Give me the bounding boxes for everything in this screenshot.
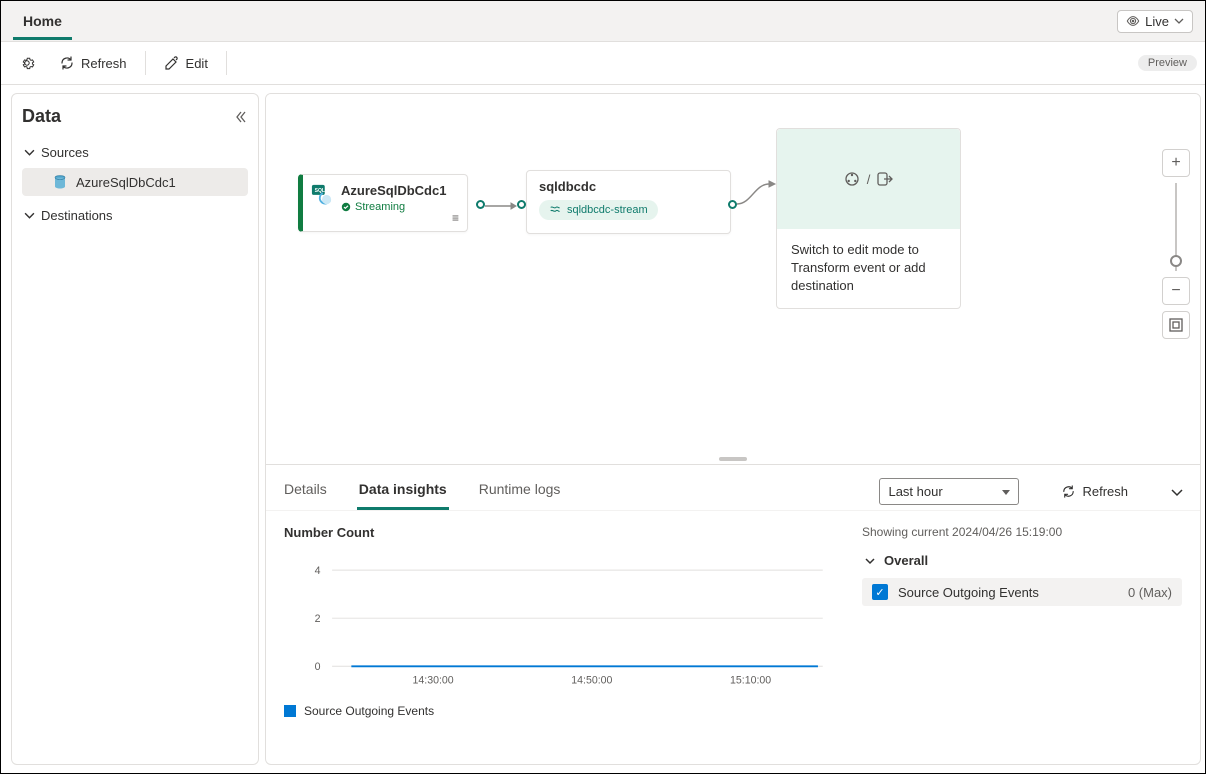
insights-refresh-button[interactable]: Refresh: [1061, 484, 1128, 499]
node-more-icon[interactable]: ≡: [452, 211, 459, 225]
destinations-label: Destinations: [41, 208, 113, 223]
destination-help-text: Switch to edit mode to Transform event o…: [777, 229, 960, 308]
sidebar: Data Sources AzureSqlDbCdc1 Destinations: [11, 93, 259, 765]
tab-home[interactable]: Home: [13, 3, 72, 40]
chevron-down-icon: [864, 555, 876, 567]
node-source[interactable]: SQL AzureSqlDbCdc1 Streaming ≡: [298, 174, 468, 232]
chevron-down-icon: [24, 147, 35, 158]
events-chart: 4 2 0 14:30:00 14:50:00 15:10:00: [284, 548, 842, 698]
toolbar: Refresh Edit Preview: [1, 41, 1205, 85]
node-destination-placeholder[interactable]: / Switch to edit mode to Transform event…: [776, 128, 961, 309]
edit-icon: [164, 55, 180, 71]
zoom-out-button[interactable]: −: [1162, 277, 1190, 305]
legend-label: Source Outgoing Events: [304, 704, 434, 718]
tab-details[interactable]: Details: [282, 473, 329, 510]
source-item-label: AzureSqlDbCdc1: [76, 175, 176, 190]
edit-label: Edit: [186, 56, 208, 71]
refresh-label: Refresh: [1082, 484, 1128, 499]
svg-text:14:30:00: 14:30:00: [413, 675, 454, 687]
live-label: Live: [1145, 14, 1169, 29]
stream-node-title: sqldbcdc: [539, 179, 718, 194]
svg-text:SQL: SQL: [315, 188, 325, 194]
panel-splitter[interactable]: [266, 454, 1200, 464]
metric-row[interactable]: ✓ Source Outgoing Events 0 (Max): [862, 578, 1182, 606]
divider: [226, 51, 227, 75]
connector-arrow: [737, 178, 777, 210]
svg-text:0: 0: [315, 661, 321, 673]
svg-text:15:10:00: 15:10:00: [730, 675, 771, 687]
refresh-button[interactable]: Refresh: [49, 49, 137, 77]
settings-button[interactable]: [9, 49, 45, 77]
edit-button[interactable]: Edit: [154, 49, 218, 77]
overall-label: Overall: [884, 553, 928, 568]
check-circle-icon: [341, 202, 351, 212]
chart-title: Number Count: [284, 525, 842, 540]
sidebar-item-source[interactable]: AzureSqlDbCdc1: [22, 168, 248, 196]
bottom-panel: Details Data insights Runtime logs Last …: [266, 464, 1200, 764]
chart-area: Number Count 4 2 0 14:30:00: [284, 525, 842, 754]
metric-checkbox[interactable]: ✓: [872, 584, 888, 600]
gear-icon: [19, 55, 35, 71]
stats-area: Showing current 2024/04/26 15:19:00 Over…: [862, 525, 1182, 754]
fit-icon: [1169, 318, 1183, 332]
chart-legend: Source Outgoing Events: [284, 704, 842, 718]
overall-toggle[interactable]: Overall: [862, 549, 1182, 572]
metric-value: 0 (Max): [1128, 585, 1172, 600]
main-area: SQL AzureSqlDbCdc1 Streaming ≡: [265, 93, 1201, 765]
refresh-icon: [1061, 484, 1076, 499]
refresh-icon: [59, 55, 75, 71]
metric-label: Source Outgoing Events: [898, 585, 1039, 600]
source-node-status: Streaming: [341, 201, 446, 213]
source-node-title: AzureSqlDbCdc1: [341, 183, 446, 198]
svg-text:4: 4: [315, 565, 321, 577]
destinations-section[interactable]: Destinations: [22, 202, 248, 229]
chevron-down-icon[interactable]: [1170, 485, 1184, 499]
eye-icon: [1126, 14, 1140, 28]
stream-pill: sqldbcdc-stream: [539, 200, 658, 220]
zoom-slider-thumb[interactable]: [1170, 255, 1182, 267]
zoom-in-button[interactable]: +: [1162, 149, 1190, 177]
port-out[interactable]: [728, 200, 737, 209]
zoom-slider-track[interactable]: [1175, 183, 1177, 271]
zoom-fit-button[interactable]: [1162, 311, 1190, 339]
sql-cdc-icon: SQL: [311, 183, 333, 205]
time-range-select[interactable]: Last hour: [879, 478, 1019, 505]
connector-arrow: [485, 202, 517, 210]
chevron-down-icon: [24, 210, 35, 221]
sources-label: Sources: [41, 145, 89, 160]
refresh-label: Refresh: [81, 56, 127, 71]
sources-section[interactable]: Sources: [22, 139, 248, 166]
pipeline-canvas[interactable]: SQL AzureSqlDbCdc1 Streaming ≡: [266, 94, 1200, 454]
sidebar-title: Data: [22, 106, 61, 127]
zoom-controls: + −: [1162, 149, 1190, 339]
svg-text:14:50:00: 14:50:00: [571, 675, 612, 687]
port-in[interactable]: [517, 200, 526, 209]
sql-db-icon: [52, 174, 68, 190]
collapse-icon[interactable]: [232, 109, 248, 125]
transform-icon: [843, 170, 861, 188]
node-stream[interactable]: sqldbcdc sqldbcdc-stream: [526, 170, 731, 234]
port-out[interactable]: [476, 200, 485, 209]
legend-swatch: [284, 705, 296, 717]
showing-timestamp: Showing current 2024/04/26 15:19:00: [862, 525, 1182, 539]
divider: [145, 51, 146, 75]
preview-badge: Preview: [1138, 55, 1197, 71]
tab-runtime-logs[interactable]: Runtime logs: [477, 473, 563, 510]
chevron-down-icon: [1174, 16, 1184, 26]
svg-text:2: 2: [315, 613, 321, 625]
live-dropdown[interactable]: Live: [1117, 10, 1193, 33]
stream-icon: [549, 204, 561, 216]
tab-data-insights[interactable]: Data insights: [357, 473, 449, 510]
output-icon: [876, 170, 894, 188]
top-nav: Home Live: [1, 1, 1205, 41]
